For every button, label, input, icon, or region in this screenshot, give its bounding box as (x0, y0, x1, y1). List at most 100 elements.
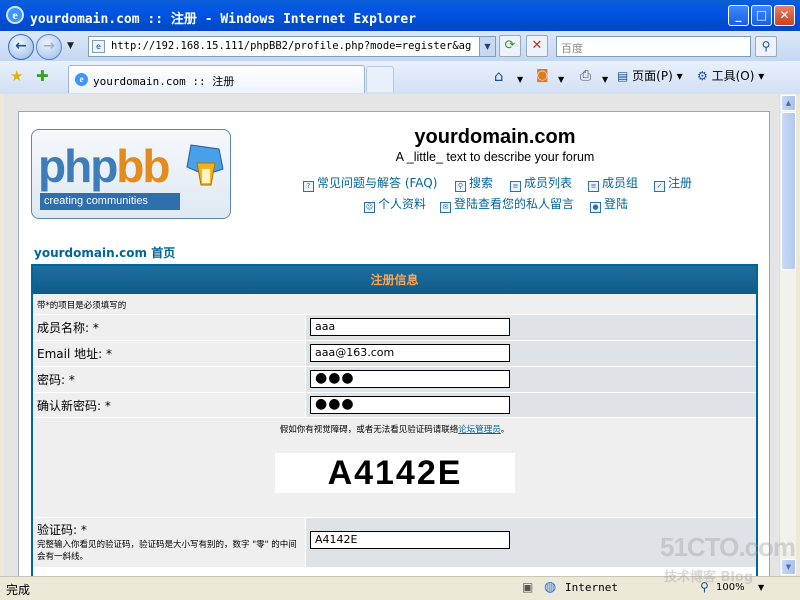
tools-menu[interactable]: ⚙ 工具(O) ▾ (697, 68, 764, 84)
confirm-password-input[interactable]: ●●● (310, 396, 510, 414)
logo-tagline: creating communities (40, 193, 180, 210)
profile-icon: ☺ (364, 202, 375, 213)
captcha-message: 假如你有视觉障碍，或者无法看见验证码请联络 (279, 425, 459, 435)
print-dropdown-icon[interactable]: ▼ (602, 72, 608, 88)
admin-contact-link[interactable]: 论坛管理员 (458, 425, 501, 435)
nav-link-members-label: 成员列表 (524, 176, 573, 190)
nav-link-members[interactable]: ≡ 成员列表 (510, 176, 572, 192)
password-input[interactable]: ●●● (310, 370, 510, 388)
back-button[interactable]: ← (8, 34, 34, 60)
gear-icon: ⚙ (697, 69, 708, 83)
login-icon: ● (590, 202, 601, 213)
captcha-input[interactable]: A4142E (310, 531, 510, 549)
nav-link-faq[interactable]: ? 常见问题与解答 (FAQ) (303, 176, 437, 192)
forward-button[interactable]: → (36, 34, 62, 60)
zoom-dropdown-icon[interactable]: ▼ (758, 583, 764, 592)
nav-link-groups[interactable]: ≡ 成员组 (588, 176, 638, 192)
home-icon[interactable]: ⌂ (494, 68, 504, 84)
form-row-email: Email 地址: * aaa@163.com (33, 340, 756, 366)
search-input[interactable]: 百度 (556, 36, 751, 57)
form-row-username: 成员名称: * aaa (33, 314, 756, 340)
faq-icon: ? (303, 181, 314, 192)
username-input[interactable]: aaa (310, 318, 510, 336)
nav-link-messages[interactable]: ✉ 登陆查看您的私人留言 (440, 197, 574, 213)
form-header: 注册信息 (33, 266, 756, 294)
title-bar[interactable]: e yourdomain.com :: 注册 - Windows Interne… (0, 0, 800, 31)
logo-text-php: php (38, 140, 118, 192)
nav-link-register[interactable]: ✓ 注册 (654, 176, 692, 192)
page-viewport: phpbb creating communities yourdomain.co… (4, 94, 779, 576)
username-label: 成员名称: * (33, 315, 305, 340)
search-button[interactable]: ⚲ (755, 36, 777, 57)
email-input[interactable]: aaa@163.com (310, 344, 510, 362)
maximize-button[interactable]: □ (751, 5, 772, 26)
tab-title: yourdomain.com :: 注册 (93, 75, 235, 88)
email-label: Email 地址: * (33, 341, 305, 366)
address-bar[interactable]: e http://192.168.15.111/phpBB2/profile.p… (88, 36, 496, 57)
nav-link-groups-label: 成员组 (602, 176, 639, 190)
form-row-confirm-password: 确认新密码: * ●●● (33, 392, 756, 418)
nav-link-faq-label: 常见问题与解答 (FAQ) (317, 176, 438, 190)
address-dropdown-icon[interactable]: ▼ (479, 37, 495, 56)
nav-link-register-label: 注册 (668, 176, 693, 190)
logo-text-bb: bb (116, 140, 170, 192)
vertical-scrollbar[interactable]: ▲ ▼ (779, 94, 796, 576)
nav-link-profile[interactable]: ☺ 个人资料 (364, 197, 426, 213)
nav-link-messages-label: 登陆查看您的私人留言 (454, 197, 575, 211)
forward-arrow-icon: → (43, 38, 55, 54)
print-icon[interactable]: ⎙ (580, 68, 591, 84)
favorites-star-icon[interactable]: ★ (10, 68, 23, 84)
phpbb-logo[interactable]: phpbb creating communities (31, 129, 231, 219)
groups-icon: ≡ (588, 181, 599, 192)
refresh-button[interactable]: ⟳ (499, 35, 521, 57)
home-dropdown-icon[interactable]: ▼ (517, 72, 523, 88)
captcha-image: A4142E (275, 453, 515, 493)
history-dropdown-icon[interactable]: ▼ (67, 41, 74, 51)
nav-link-login[interactable]: ● 登陆 (590, 197, 628, 213)
zone-text: Internet (565, 581, 618, 594)
watermark-sub: 技术博客 Blog (664, 570, 754, 585)
nav-link-search[interactable]: ⚲ 搜索 (455, 176, 493, 192)
nav-link-login-label: 登陆 (604, 197, 629, 211)
search-icon: ⚲ (761, 39, 771, 53)
scroll-thumb[interactable] (781, 112, 796, 270)
password-label: 密码: * (33, 367, 305, 392)
page-menu[interactable]: ▤ 页面(P) ▾ (617, 68, 683, 84)
form-row-captcha: 验证码: * 完整输入你看见的验证码，验证码是大小写有别的，数字 "零" 的中间… (33, 517, 756, 567)
add-favorites-icon[interactable]: ✚ (36, 68, 49, 84)
members-icon: ≡ (510, 181, 521, 192)
captcha-label: 验证码: * (37, 523, 87, 537)
stop-button[interactable]: ✕ (526, 35, 548, 57)
status-text: 完成 (6, 583, 31, 597)
ie-window: e yourdomain.com :: 注册 - Windows Interne… (0, 0, 800, 600)
page-icon: e (92, 40, 105, 53)
tab-current[interactable]: e yourdomain.com :: 注册 (68, 65, 365, 93)
site-name: yourdomain.com (414, 126, 576, 148)
scroll-up-icon[interactable]: ▲ (781, 95, 796, 111)
back-arrow-icon: ← (15, 38, 27, 54)
site-description: A _little_ text to describe your forum (395, 150, 595, 164)
required-note: 带*的项目是必须填写的 (33, 294, 756, 314)
form-row-password: 密码: * ●●● (33, 366, 756, 392)
watermark-main: 51CTO.com (660, 532, 796, 562)
messages-icon: ✉ (440, 202, 451, 213)
feeds-icon[interactable]: ◙ (536, 68, 549, 84)
ie-logo-icon: e (6, 6, 24, 24)
stop-icon: ✕ (531, 38, 543, 53)
nav-link-profile-label: 个人资料 (378, 197, 427, 211)
search-icon: ⚲ (455, 181, 466, 192)
registration-form: 注册信息 带*的项目是必须填写的 成员名称: * aaa Email 地址: *… (31, 264, 758, 576)
captcha-hint: 完整输入你看见的验证码，验证码是大小写有别的，数字 "零" 的中间会有一斜线。 (37, 540, 297, 562)
feeds-dropdown-icon[interactable]: ▼ (558, 72, 564, 88)
address-url[interactable]: http://192.168.15.111/phpBB2/profile.php… (111, 40, 473, 52)
refresh-icon: ⟳ (504, 38, 516, 53)
tab-ie-icon: e (75, 73, 88, 86)
captcha-message-end: 。 (500, 425, 510, 435)
status-panel-icon: ▣ (522, 580, 534, 594)
breadcrumb[interactable]: yourdomain.com 首页 (34, 244, 175, 261)
close-button[interactable]: ✕ (774, 5, 795, 26)
new-tab-button[interactable] (366, 66, 394, 92)
page-menu-icon: ▤ (617, 69, 629, 83)
register-icon: ✓ (654, 181, 665, 192)
minimize-button[interactable]: _ (728, 5, 749, 26)
